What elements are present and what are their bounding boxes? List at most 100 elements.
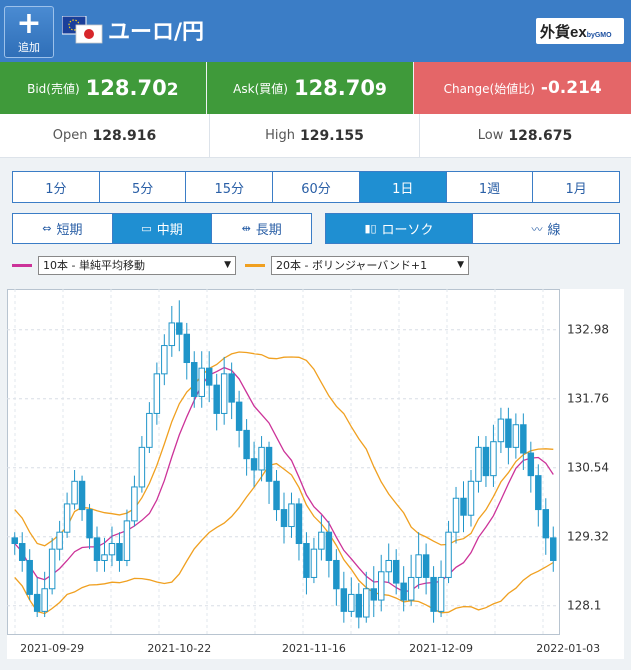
candle-body	[400, 582, 407, 601]
candle-body	[235, 401, 243, 431]
price-chart[interactable]: 132.98 131.76 130.54 129.32 128.1 2021-09-29 2…	[7, 289, 624, 659]
candle-body	[490, 441, 497, 477]
candle-body	[392, 559, 400, 584]
candle-body	[542, 509, 550, 539]
candle-body	[333, 559, 340, 590]
y-tick-label: 128.1	[567, 599, 601, 613]
candlestick-chart-svg[interactable]: 132.98 131.76 130.54 129.32 128.1 2021-09-29 2…	[7, 289, 624, 659]
tab-60min[interactable]: 60分	[273, 172, 360, 202]
candle-body	[168, 322, 176, 347]
plus-icon: +	[16, 6, 42, 41]
chevron-down-icon: ▼	[224, 260, 231, 270]
candle-body	[78, 480, 86, 511]
brand-sub: byGMO	[586, 32, 612, 39]
candle-body	[213, 384, 220, 414]
tab-candlestick[interactable]: ▮▯ ローソク	[326, 214, 473, 243]
candle-body	[56, 531, 63, 550]
candle-body	[497, 418, 505, 443]
candle-body	[527, 452, 535, 477]
candle-body	[355, 593, 363, 618]
candle-body	[108, 543, 116, 556]
high-label: High	[265, 128, 296, 143]
candle-body	[191, 362, 198, 397]
candle-body	[265, 446, 273, 482]
tab-short-term-label: 短期	[56, 223, 83, 238]
ma-color-swatch	[12, 263, 32, 267]
arrows-out-icon: ⇹	[241, 222, 251, 235]
tab-1week[interactable]: 1週	[447, 172, 534, 202]
tab-15min[interactable]: 15分	[186, 172, 274, 202]
open-cell: Open 128.916	[0, 114, 210, 157]
low-value: 128.675	[508, 128, 572, 144]
bid-box: Bid(売値) 128.702	[0, 62, 206, 114]
bid-value: 128.702	[86, 76, 179, 100]
open-value: 128.916	[92, 128, 156, 144]
candle-body	[176, 322, 183, 335]
candle-body	[467, 480, 475, 516]
candle-body	[535, 475, 542, 511]
candle-body	[422, 554, 430, 578]
tab-1day[interactable]: 1日	[359, 172, 447, 202]
tab-short-term[interactable]: ⇔ 短期	[13, 214, 113, 243]
candle-body	[101, 554, 108, 561]
range-tabs: ⇔ 短期 ▭ 中期 ⇹ 長期	[12, 213, 312, 244]
candle-body	[220, 373, 228, 414]
candle-body	[123, 520, 131, 561]
brand-logo: 外貨exbyGMO	[536, 18, 624, 44]
candle-body	[198, 367, 205, 397]
ask-box: Ask(買値) 128.709	[206, 62, 414, 114]
low-label: Low	[477, 128, 504, 143]
candle-body	[325, 531, 333, 561]
ask-value-tail: 9	[375, 80, 387, 100]
eur-jpy-flag-icon	[62, 16, 103, 44]
tab-5min[interactable]: 5分	[100, 172, 187, 202]
candle-body	[116, 543, 123, 561]
candle-body	[415, 554, 422, 578]
high-cell: High 129.155	[210, 114, 420, 157]
candle-body	[273, 480, 280, 511]
candle-body	[258, 446, 265, 471]
bb-indicator: 20本 - ボリンジャーバンド+1 ▼	[245, 255, 469, 275]
tab-line-label: 線	[547, 223, 561, 238]
open-value-tail: 6	[146, 127, 157, 144]
candle-body	[243, 429, 250, 460]
candle-body	[505, 418, 512, 448]
candle-body	[63, 503, 71, 533]
candle-body	[318, 531, 325, 550]
candle-body	[41, 588, 48, 612]
change-label: Change(始値比)	[443, 81, 535, 96]
candle-body	[146, 412, 153, 448]
x-tick-label: 2021-12-09	[409, 642, 473, 655]
tab-long-term[interactable]: ⇹ 長期	[212, 214, 311, 243]
tab-mid-term[interactable]: ▭ 中期	[112, 214, 213, 243]
line-chart-icon: 〰	[531, 222, 543, 236]
candle-body	[310, 548, 318, 578]
add-button[interactable]: + 追加	[4, 6, 54, 58]
tab-line[interactable]: 〰線	[473, 214, 619, 243]
candle-body	[18, 543, 26, 561]
y-tick-label: 129.32	[567, 530, 609, 544]
y-tick-label: 130.54	[567, 461, 609, 475]
candle-body	[131, 486, 138, 522]
bb-select[interactable]: 20本 - ボリンジャーバンド+1 ▼	[271, 255, 469, 275]
candle-body	[512, 424, 520, 448]
bid-label: Bid(売値)	[27, 81, 80, 96]
low-value-main: 128.67	[508, 127, 563, 144]
change-value: -0.214	[540, 78, 602, 98]
high-value-main: 129.15	[300, 127, 355, 144]
tab-1month[interactable]: 1月	[533, 172, 619, 202]
open-value-main: 128.91	[92, 127, 147, 144]
bid-value-main: 128.70	[85, 76, 167, 100]
candle-body	[183, 333, 191, 364]
x-tick-label: 2021-11-16	[282, 642, 346, 655]
x-tick-label: 2021-10-22	[147, 642, 211, 655]
tab-1min[interactable]: 1分	[13, 172, 100, 202]
low-cell: Low 128.675	[420, 114, 630, 157]
tab-mid-term-label: 中期	[156, 223, 183, 238]
candle-body	[86, 509, 93, 539]
candle-body	[348, 593, 355, 612]
ma-select-value: 10本 - 単純平均移動	[43, 259, 145, 272]
candle-body	[205, 367, 213, 386]
ma-select[interactable]: 10本 - 単純平均移動 ▼	[38, 255, 236, 275]
ohl-row: Open 128.916 High 129.155 Low 128.675	[0, 114, 631, 158]
